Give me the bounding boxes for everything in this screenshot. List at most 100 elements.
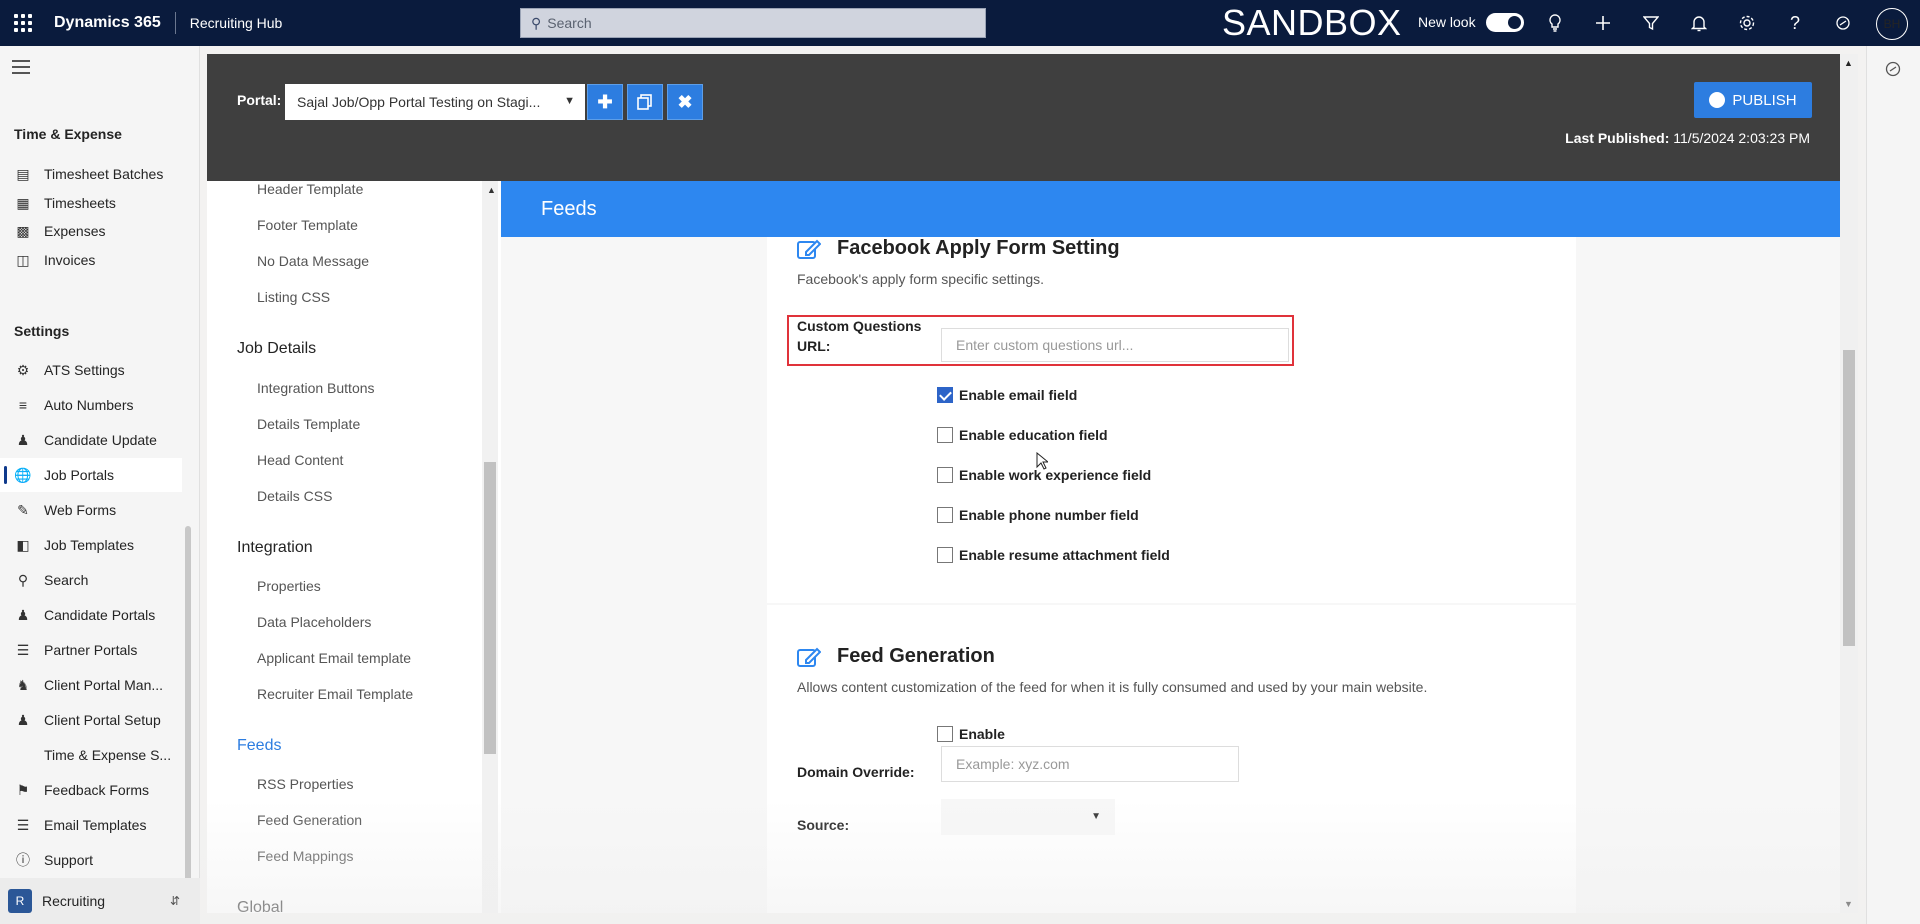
scroll-up-arrow-icon[interactable]: ▲ [487, 185, 496, 195]
person-icon: ♟ [16, 431, 30, 448]
client-icon: ♞ [16, 676, 30, 693]
domain-override-input[interactable]: Example: xyz.com [941, 746, 1239, 782]
portal-select[interactable]: Sajal Job/Opp Portal Testing on Stagi...… [285, 84, 585, 120]
sub-nav-applicant-email-template[interactable]: Applicant Email template [257, 650, 411, 666]
enable-phone-number-field-checkbox[interactable]: Enable phone number field [937, 507, 1139, 523]
nav-item-candidate-portals[interactable]: ♟ Candidate Portals [0, 598, 182, 632]
hamburger-icon[interactable] [12, 60, 30, 78]
sub-nav-group-global[interactable]: Global [237, 899, 283, 913]
sub-nav-no-data-message[interactable]: No Data Message [257, 253, 369, 269]
last-published-label: Last Published: [1565, 130, 1670, 146]
waffle-icon [14, 14, 32, 32]
nav-item-label: Feedback Forms [44, 782, 150, 798]
sub-nav-recruiter-email-template[interactable]: Recruiter Email Template [257, 686, 413, 702]
checkbox[interactable] [937, 427, 953, 443]
publish-button[interactable]: PUBLISH [1694, 82, 1812, 118]
content-scroll-thumb[interactable] [1843, 350, 1855, 646]
nav-item-invoices[interactable]: ◫ Invoices [0, 243, 182, 277]
nav-item-job-portals[interactable]: 🌐 Job Portals [0, 458, 182, 492]
nav-item-ats-settings[interactable]: ⚙ ATS Settings [0, 353, 182, 387]
scroll-up-arrow-icon[interactable]: ▲ [1844, 58, 1853, 68]
sub-nav-scroll-thumb[interactable] [484, 462, 496, 754]
sub-nav-details-css[interactable]: Details CSS [257, 488, 332, 504]
nav-item-web-forms[interactable]: ✎ Web Forms [0, 493, 182, 527]
enable-email-field-checkbox[interactable]: Enable email field [937, 387, 1077, 403]
nav-item-partner-portals[interactable]: ☰ Partner Portals [0, 633, 182, 667]
brand-title[interactable]: Dynamics 365 [54, 14, 161, 32]
portal-settings-nav: Header Template Footer Template No Data … [207, 181, 501, 913]
custom-questions-label-line1: Custom Questions [797, 318, 922, 334]
nav-scrollbar[interactable] [185, 526, 191, 916]
sub-nav-group-integration[interactable]: Integration [237, 539, 313, 557]
custom-questions-url-input[interactable]: Enter custom questions url... [941, 328, 1289, 362]
nav-item-auto-numbers[interactable]: ≡ Auto Numbers [0, 388, 182, 422]
global-search-input[interactable]: ⚲ Search [520, 8, 986, 38]
user-avatar[interactable]: BH [1876, 8, 1908, 40]
checkbox[interactable] [937, 547, 953, 563]
feed-generation-description: Allows content customization of the feed… [797, 679, 1428, 695]
checkbox-label: Enable work experience field [959, 467, 1152, 483]
feed-generation-enable-checkbox[interactable]: Enable [937, 726, 1005, 742]
sub-nav-properties[interactable]: Properties [257, 578, 321, 594]
enable-education-field-checkbox[interactable]: Enable education field [937, 427, 1108, 443]
bell-icon[interactable] [1686, 10, 1712, 36]
nav-item-search[interactable]: ⚲ Search [0, 563, 182, 597]
custom-questions-label: Custom Questions URL: [797, 316, 921, 356]
new-look-toggle[interactable] [1486, 13, 1524, 32]
nav-item-label: ATS Settings [44, 362, 125, 378]
receipt-icon: ▩ [16, 222, 30, 239]
close-icon: ✖ [677, 91, 693, 112]
sub-nav-header-template[interactable]: Header Template [257, 181, 363, 197]
gear-icon[interactable] [1734, 10, 1760, 36]
nav-item-client-portal-management[interactable]: ♞ Client Portal Man... [0, 668, 182, 702]
lightbulb-icon[interactable] [1542, 10, 1568, 36]
area-switcher[interactable]: R Recruiting ⇵ [0, 878, 200, 924]
plus-icon[interactable] [1590, 10, 1616, 36]
facebook-apply-title-row: Facebook Apply Form Setting [797, 237, 1120, 260]
sub-nav-integration-buttons[interactable]: Integration Buttons [257, 380, 375, 396]
checkbox-checked[interactable] [937, 387, 953, 403]
nav-item-support[interactable]: ⓘ Support [0, 843, 182, 877]
edit-icon [797, 647, 821, 667]
delete-portal-button[interactable]: ✖ [667, 84, 703, 120]
copilot-icon[interactable] [1830, 10, 1856, 36]
checkbox[interactable] [937, 507, 953, 523]
layers-icon: ☰ [16, 816, 30, 833]
sub-nav-listing-css[interactable]: Listing CSS [257, 289, 330, 305]
sub-nav-data-placeholders[interactable]: Data Placeholders [257, 614, 371, 630]
sub-nav-details-template[interactable]: Details Template [257, 416, 360, 432]
nav-item-candidate-update[interactable]: ♟ Candidate Update [0, 423, 182, 457]
sub-nav-footer-template[interactable]: Footer Template [257, 217, 358, 233]
checkbox[interactable] [937, 467, 953, 483]
enable-resume-attachment-field-checkbox[interactable]: Enable resume attachment field [937, 547, 1170, 563]
copy-portal-button[interactable] [627, 84, 663, 120]
nav-item-feedback-forms[interactable]: ⚑ Feedback Forms [0, 773, 182, 807]
app-name[interactable]: Recruiting Hub [190, 15, 283, 31]
sub-nav-rss-properties[interactable]: RSS Properties [257, 776, 353, 792]
sub-nav-feed-mappings[interactable]: Feed Mappings [257, 848, 354, 864]
nav-item-job-templates[interactable]: ◧ Job Templates [0, 528, 182, 562]
source-select[interactable]: ▼ [941, 799, 1115, 835]
numbered-list-icon: ≡ [18, 397, 28, 413]
copilot-icon[interactable] [1884, 60, 1902, 81]
help-icon[interactable]: ? [1782, 10, 1808, 36]
filter-icon[interactable] [1638, 10, 1664, 36]
nav-item-time-expense-settings[interactable]: Time & Expense S... [0, 738, 182, 772]
site-map-nav: Time & Expense ▤ Timesheet Batches ▦ Times… [0, 46, 200, 924]
nav-item-client-portal-setup[interactable]: ♟ Client Portal Setup [0, 703, 182, 737]
sub-nav-group-feeds[interactable]: Feeds [237, 737, 281, 755]
scroll-down-arrow-icon[interactable]: ▼ [1844, 899, 1853, 909]
sub-nav-group-job-details[interactable]: Job Details [237, 340, 316, 358]
content-scrollbar[interactable]: ▲ ▼ [1840, 54, 1858, 913]
sub-nav-head-content[interactable]: Head Content [257, 452, 343, 468]
nav-item-label: Client Portal Setup [44, 712, 161, 728]
sub-nav-feed-generation[interactable]: Feed Generation [257, 812, 362, 828]
checkbox[interactable] [937, 726, 953, 742]
add-portal-button[interactable]: ✚ [587, 84, 623, 120]
app-launcher-button[interactable] [0, 0, 46, 46]
custom-questions-label-line2: URL: [797, 338, 831, 354]
nav-item-email-templates[interactable]: ☰ Email Templates [0, 808, 182, 842]
source-label: Source: [797, 817, 850, 833]
area-label: Recruiting [42, 893, 106, 909]
nav-item-label: Auto Numbers [44, 397, 134, 413]
